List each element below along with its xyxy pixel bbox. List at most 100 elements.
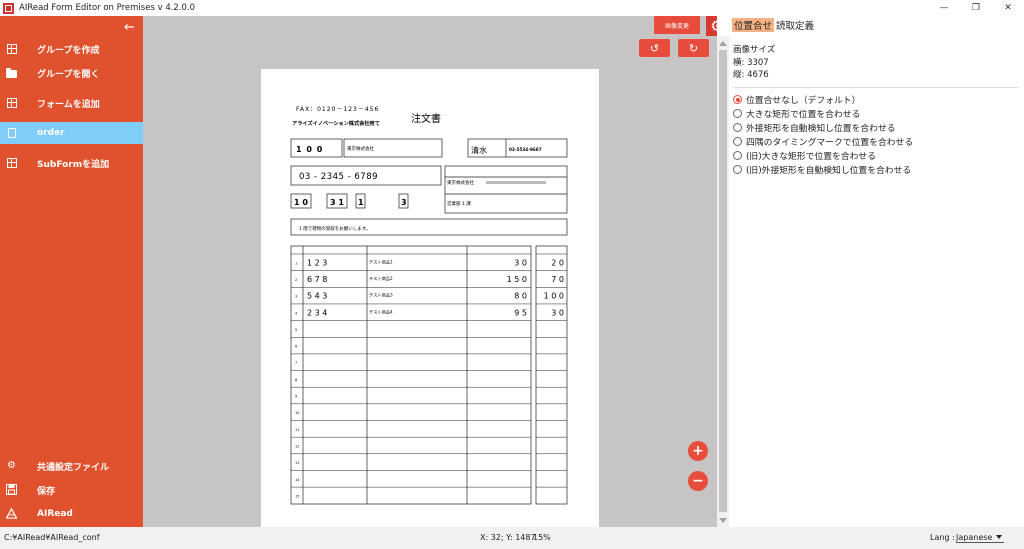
image-height: 縦: 4676	[733, 70, 769, 80]
scroll-down-icon[interactable]	[719, 518, 727, 523]
radio[interactable]	[733, 151, 742, 160]
item-stock: 3 0	[551, 308, 564, 317]
scroll-thumb[interactable]	[719, 50, 727, 512]
item-code: 1 2 3	[307, 258, 327, 267]
phone-text: 03 - 2345 - 6789	[299, 172, 378, 182]
item-code: 6 7 8	[307, 275, 327, 284]
sidebar-item-add-form[interactable]: フォームを追加	[0, 92, 143, 114]
item-quantity: 9 5	[514, 308, 527, 317]
align-option-none[interactable]: 位置合せなし（デフォルト）	[733, 93, 860, 106]
form-page: FAX：0120－123－456 注文書 アライズイノベーション株式会社宛て 1…	[261, 69, 599, 527]
sidebar-item-order[interactable]: order	[0, 122, 143, 144]
remarks-text: 1 階で荷物の受取をお願いします。	[299, 225, 370, 232]
plus-box-icon	[6, 157, 17, 168]
tab-alignment[interactable]: 位置合せ	[732, 18, 775, 32]
sidebar-item-label: 共通設定ファイル	[37, 462, 110, 473]
align-option-old-large-rect[interactable]: (旧)大きな矩形で位置を合わせる	[733, 149, 876, 162]
sidebar-item-save[interactable]: 保存	[0, 479, 143, 501]
plus-box-icon	[6, 43, 17, 54]
contact-name: 清水	[471, 145, 487, 155]
option-label: 外接矩形を自動検知し位置を合わせる	[746, 124, 896, 134]
image-change-button[interactable]: 画像変更	[654, 16, 700, 34]
radio[interactable]	[733, 137, 742, 146]
item-name: テスト商品2	[369, 275, 393, 282]
item-stock: 2 0	[551, 258, 564, 267]
rotate-right-button[interactable]: ↻	[678, 39, 709, 57]
radio[interactable]	[733, 123, 742, 132]
right-panel: 位置合せ 読取定義 画像サイズ 横: 3307 縦: 4676 位置合せなし（デ…	[729, 16, 1024, 527]
row-number: 6	[295, 345, 297, 349]
config-path: C:¥AIRead¥AIRead_conf	[4, 533, 100, 542]
sidebar-item-label: order	[37, 128, 65, 138]
sidebar: ← グループを作成 グループを開く フォームを追加 order SubFormを…	[0, 16, 143, 527]
divider	[733, 87, 1019, 88]
align-option-auto-bounding[interactable]: 外接矩形を自動検知し位置を合わせる	[733, 121, 896, 134]
window-title: AIRead Form Editor on Premises v 4.2.0.0	[19, 3, 196, 13]
sidebar-item-label: グループを作成	[37, 45, 100, 56]
row-number: 7	[295, 361, 297, 365]
image-width: 横: 3307	[733, 58, 769, 68]
chevron-down-icon[interactable]	[996, 535, 1002, 539]
image-size-title: 画像サイズ	[733, 45, 776, 55]
lang-label: Lang :	[930, 533, 955, 542]
form-title: 注文書	[411, 112, 441, 125]
status-bar: C:¥AIRead¥AIRead_conf X: 32; Y: 1487 15%…	[0, 527, 1024, 549]
maximize-button[interactable]: ❐	[960, 0, 992, 16]
tab-read-definition[interactable]: 読取定義	[774, 18, 816, 32]
panel-tabs: 位置合せ 読取定義	[732, 18, 816, 32]
redacted-area	[486, 181, 546, 184]
vertical-scrollbar[interactable]	[717, 36, 729, 527]
row-number: 14	[295, 478, 300, 482]
radio[interactable]	[733, 165, 742, 174]
minimize-button[interactable]: —	[928, 0, 960, 16]
zoom-out-button[interactable]: −	[688, 471, 708, 491]
item-name: テスト商品3	[369, 292, 393, 299]
sidebar-item-create-group[interactable]: グループを作成	[0, 38, 143, 60]
title-bar: AIRead Form Editor on Premises v 4.2.0.0…	[0, 0, 1024, 16]
company-name: 東京株式会社	[347, 145, 374, 152]
item-name: テスト商品1	[369, 258, 393, 265]
item-stock: 1 0 0	[544, 292, 564, 301]
zoom-level: 15%	[533, 533, 551, 542]
align-option-timing-marks[interactable]: 四隅のタイミングマークで位置を合わせる	[733, 135, 913, 148]
row-number: 9	[295, 395, 297, 399]
align-option-old-auto-bounding[interactable]: (旧)外接矩形を自動検知し位置を合わせる	[733, 163, 911, 176]
department-text: 営業部 1 課	[447, 200, 471, 207]
scroll-up-icon[interactable]	[719, 41, 727, 46]
date-day: 3 1	[330, 198, 344, 207]
app-icon	[3, 2, 14, 14]
airead-logo-icon	[6, 508, 17, 519]
zoom-in-button[interactable]: +	[688, 441, 708, 461]
sidebar-item-airead[interactable]: AIRead	[0, 503, 143, 525]
radio-selected[interactable]	[733, 95, 742, 104]
row-number: 12	[295, 444, 299, 448]
row-number: 11	[295, 428, 299, 432]
sidebar-item-label: フォームを追加	[37, 99, 100, 110]
sidebar-item-label: グループを開く	[37, 69, 100, 80]
sidebar-item-label: AIRead	[37, 509, 73, 519]
form-canvas[interactable]: 画像変更 ⚙ ↺ ↻ FAX：0120－123－456 注文書 アライズイノベー…	[143, 16, 717, 527]
gear-icon: ⚙	[7, 459, 16, 471]
item-stock: 7 0	[551, 275, 564, 284]
item-quantity: 3 0	[514, 258, 527, 267]
sidebar-item-open-group[interactable]: グループを開く	[0, 62, 143, 84]
settings-gear-icon[interactable]: ⚙	[706, 16, 717, 36]
radio[interactable]	[733, 109, 742, 118]
row-number: 1	[295, 261, 297, 265]
sidebar-item-add-subform[interactable]: SubFormを追加	[0, 152, 143, 174]
back-arrow-icon[interactable]: ←	[124, 21, 135, 34]
align-option-large-rect[interactable]: 大きな矩形で位置を合わせる	[733, 107, 860, 120]
fax-text: FAX：0120－123－456	[296, 106, 379, 113]
item-code: 2 3 4	[307, 308, 327, 317]
option-label: 位置合せなし（デフォルト）	[746, 96, 861, 106]
row-number: 8	[295, 378, 297, 382]
option-label: 大きな矩形で位置を合わせる	[746, 110, 861, 120]
row-number: 3	[295, 295, 297, 299]
sidebar-item-label: 保存	[37, 486, 56, 497]
sidebar-item-common-settings[interactable]: ⚙ 共通設定ファイル	[0, 455, 143, 477]
close-button[interactable]: ✕	[992, 0, 1024, 16]
row-number: 13	[295, 461, 299, 465]
row-number: 2	[295, 278, 297, 282]
sidebar-item-label: SubFormを追加	[37, 159, 110, 170]
rotate-left-button[interactable]: ↺	[639, 39, 670, 57]
